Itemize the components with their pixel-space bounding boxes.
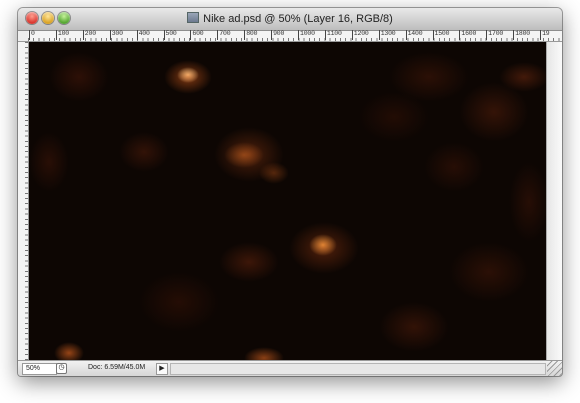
canvas-glow (459, 82, 529, 142)
canvas-glow (359, 92, 429, 142)
ruler-tick-label: 1800 (513, 30, 530, 40)
ruler-tick-label: 600 (190, 30, 204, 40)
ruler-tick-label: 400 (136, 30, 150, 40)
horizontal-ruler[interactable]: 0 100 200 300 400 500 600 700 800 900 1000 1100 1200… (28, 30, 562, 42)
canvas-glow (219, 242, 279, 282)
ruler-tick-label: 1200 (351, 30, 369, 40)
ruler-tick-label: 500 (163, 30, 177, 40)
ruler-tick-label: 0 (29, 30, 35, 40)
canvas-glow (224, 142, 264, 168)
canvas-glow (29, 132, 69, 192)
document-icon (187, 12, 200, 23)
canvas-glow (177, 67, 199, 83)
vertical-ruler[interactable] (18, 42, 29, 360)
ruler-tick-label: 200 (82, 30, 96, 40)
status-menu-arrow-icon[interactable]: ▶ (156, 363, 168, 375)
canvas-glow (289, 222, 359, 274)
ruler-tick-label: 1600 (459, 30, 477, 40)
canvas-glow (424, 142, 484, 192)
document-size-info: Doc: 6.59M/45.0M (88, 364, 146, 371)
ruler-tick-label: 19 (539, 30, 550, 40)
canvas-glow (509, 162, 546, 242)
canvas-glow (499, 62, 546, 92)
canvas-glow (379, 302, 449, 352)
window-title-container: Nike ad.psd @ 50% (Layer 16, RGB/8) (18, 12, 562, 26)
horizontal-scrollbar[interactable] (170, 363, 546, 375)
canvas-glow (214, 127, 284, 182)
ruler-tick-label: 100 (55, 30, 69, 40)
ruler-tick-label: 1300 (378, 30, 396, 40)
canvas-glow (259, 162, 289, 184)
ruler-tick-label: 1100 (324, 30, 342, 40)
canvas-glow (309, 234, 337, 256)
ruler-tick-label: 1700 (486, 30, 504, 40)
canvas-glow (244, 347, 284, 360)
document-canvas[interactable] (29, 42, 546, 360)
ruler-tick-label: 800 (244, 30, 258, 40)
canvas-glow (54, 342, 84, 360)
canvas-glow (389, 52, 469, 102)
canvas-glow (164, 60, 212, 94)
canvas-glow (119, 132, 169, 172)
canvas-glow (449, 242, 529, 302)
ruler-tick-label: 900 (271, 30, 285, 40)
zoom-level-field[interactable]: 50% (22, 363, 57, 375)
status-info-icon[interactable]: ◷ (56, 363, 67, 374)
ruler-tick-label: 300 (109, 30, 123, 40)
status-bar: 50% ◷ Doc: 6.59M/45.0M ▶ (18, 360, 562, 376)
ruler-tick-label: 1000 (298, 30, 315, 40)
window-title: Nike ad.psd @ 50% (Layer 16, RGB/8) (203, 13, 393, 25)
canvas-glow (139, 272, 219, 332)
canvas-glow (49, 52, 109, 102)
ruler-tick-label: 1500 (432, 30, 450, 40)
ruler-tick-label: 1400 (405, 30, 423, 40)
vertical-scrollbar[interactable] (546, 42, 562, 360)
ruler-tick-label: 700 (217, 30, 231, 40)
photoshop-document-window[interactable]: Nike ad.psd @ 50% (Layer 16, RGB/8) 0 100… (18, 8, 562, 376)
resize-grip-icon[interactable] (547, 361, 562, 376)
title-bar[interactable]: Nike ad.psd @ 50% (Layer 16, RGB/8) (18, 8, 562, 31)
